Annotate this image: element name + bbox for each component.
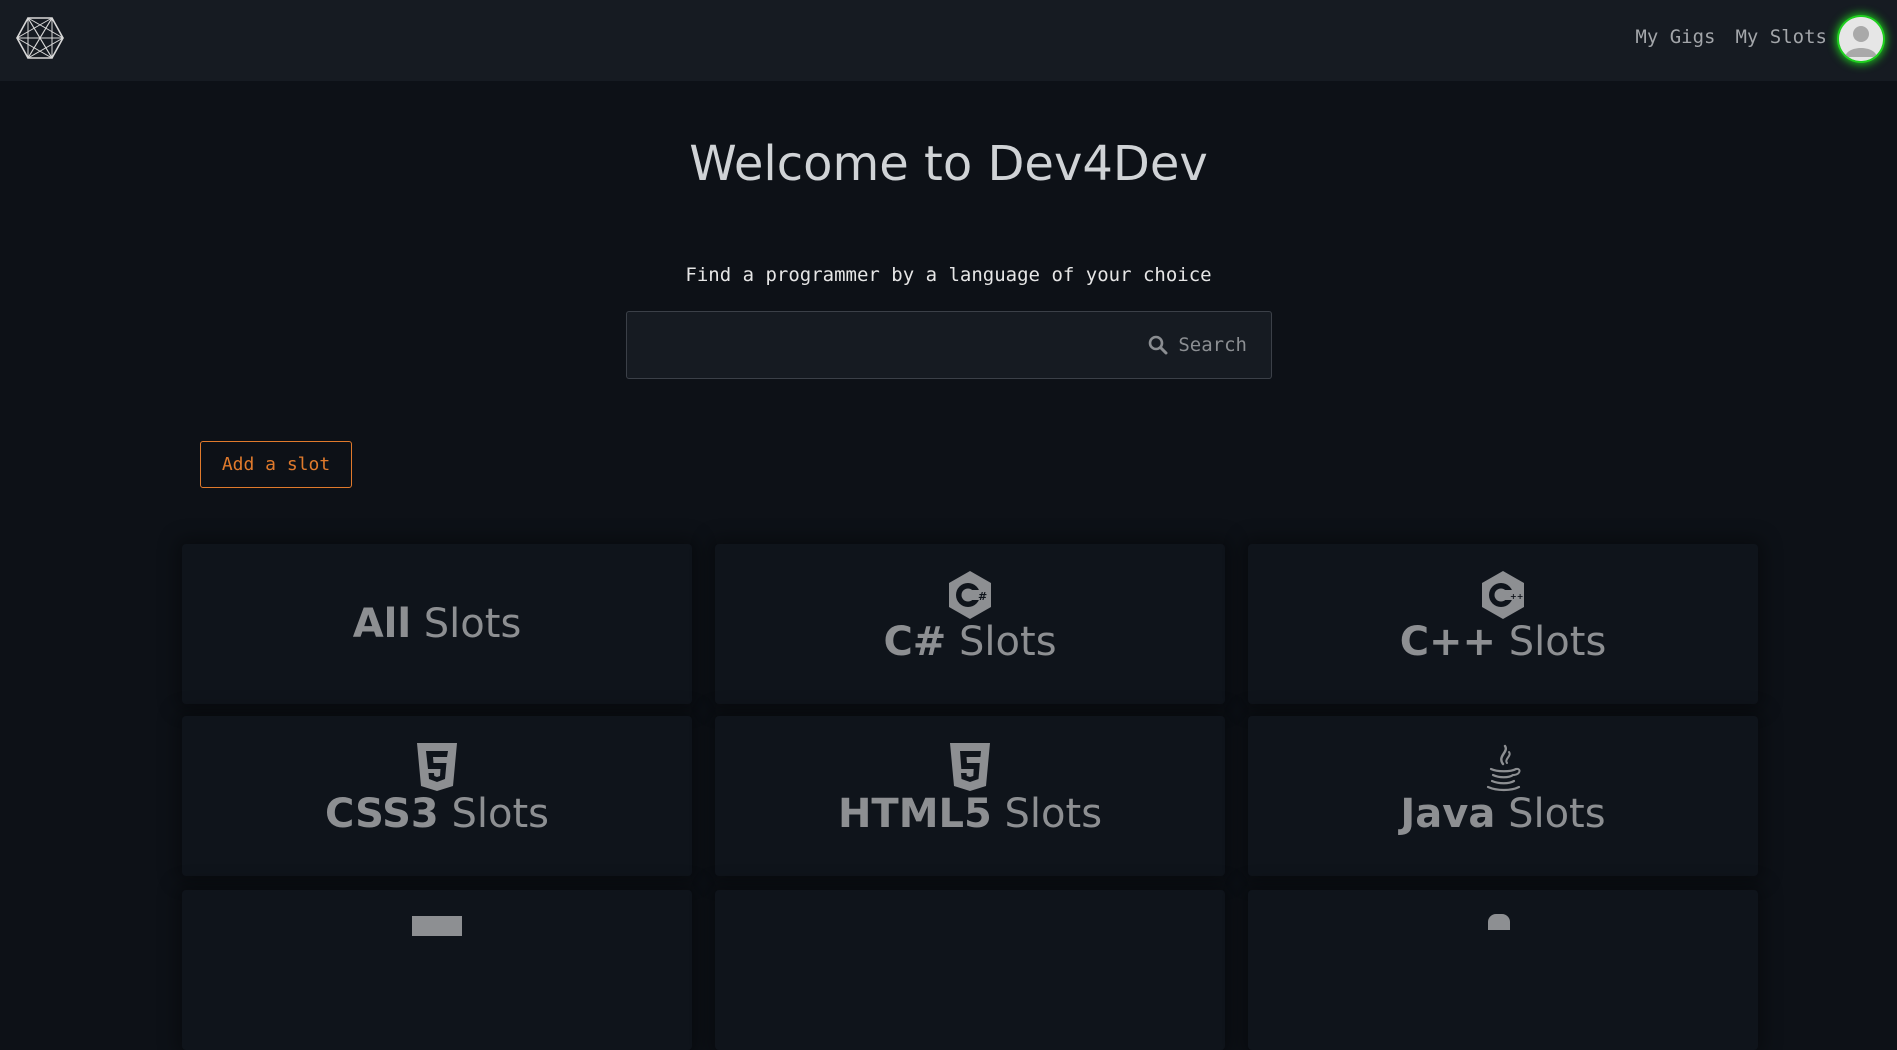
cplusplus-icon: ++ bbox=[1482, 571, 1524, 619]
nav-links: My Gigs My Slots bbox=[1635, 26, 1827, 48]
search-button-label: Search bbox=[1178, 334, 1247, 356]
card-csharp-slots[interactable]: # C# Slots bbox=[715, 544, 1225, 704]
csharp-icon: # bbox=[949, 571, 991, 619]
card-row3-middle[interactable] bbox=[715, 890, 1225, 1050]
top-navbar: My Gigs My Slots bbox=[0, 0, 1897, 81]
nav-link-my-gigs[interactable]: My Gigs bbox=[1635, 26, 1715, 48]
css3-icon bbox=[417, 743, 457, 791]
add-slot-button[interactable]: Add a slot bbox=[200, 441, 352, 488]
card-label: Java Slots bbox=[1400, 791, 1606, 837]
java-icon bbox=[1486, 744, 1521, 792]
card-css3-slots[interactable]: CSS3 Slots bbox=[182, 716, 692, 876]
partial-slot-icon bbox=[412, 916, 462, 936]
card-label: C++ Slots bbox=[1399, 619, 1607, 665]
search-input[interactable]: Search bbox=[626, 311, 1272, 379]
search-button[interactable]: Search bbox=[1148, 334, 1247, 356]
card-label: C# Slots bbox=[883, 619, 1057, 665]
card-cplusplus-slots[interactable]: ++ C++ Slots bbox=[1248, 544, 1758, 704]
card-label: All Slots bbox=[352, 601, 522, 647]
partial-slot-icon bbox=[1488, 914, 1510, 930]
svg-text:#: # bbox=[978, 590, 987, 603]
card-html5-slots[interactable]: HTML5 Slots bbox=[715, 716, 1225, 876]
card-label: CSS3 Slots bbox=[325, 791, 549, 837]
nav-link-my-slots[interactable]: My Slots bbox=[1735, 26, 1827, 48]
html5-icon bbox=[950, 743, 990, 791]
card-row3-left[interactable] bbox=[182, 890, 692, 1050]
page-title: Welcome to Dev4Dev bbox=[689, 136, 1208, 192]
card-all-slots[interactable]: All Slots bbox=[182, 544, 692, 704]
page-subtitle: Find a programmer by a language of your … bbox=[685, 264, 1212, 286]
user-avatar-icon bbox=[1839, 17, 1883, 61]
svg-text:++: ++ bbox=[1510, 592, 1523, 601]
hexagon-logo-icon[interactable] bbox=[16, 16, 64, 60]
card-java-slots[interactable]: Java Slots bbox=[1248, 716, 1758, 876]
card-label: HTML5 Slots bbox=[837, 791, 1103, 837]
user-avatar[interactable] bbox=[1839, 17, 1883, 61]
search-icon bbox=[1149, 335, 1168, 355]
card-row3-right[interactable] bbox=[1248, 890, 1758, 1050]
